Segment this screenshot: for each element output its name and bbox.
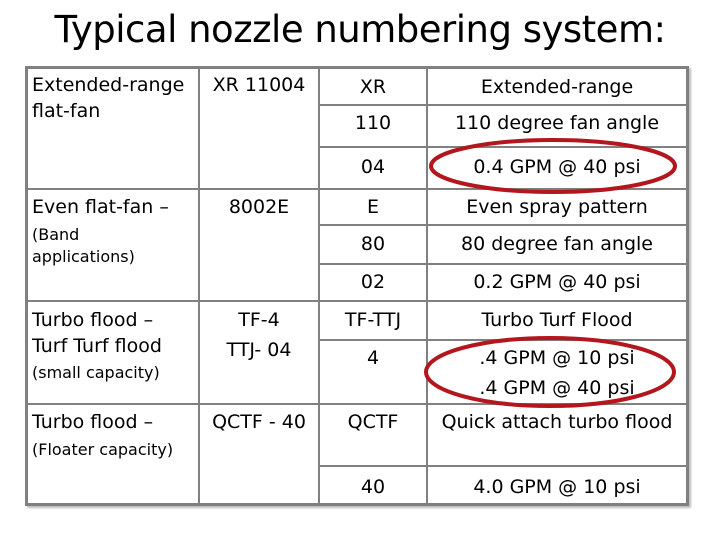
highlight-overlay: [424, 138, 677, 408]
slide: Typical nozzle numbering system: Extende…: [0, 0, 720, 540]
highlight-ellipse: [424, 336, 676, 408]
highlight-ellipse: [429, 138, 677, 194]
